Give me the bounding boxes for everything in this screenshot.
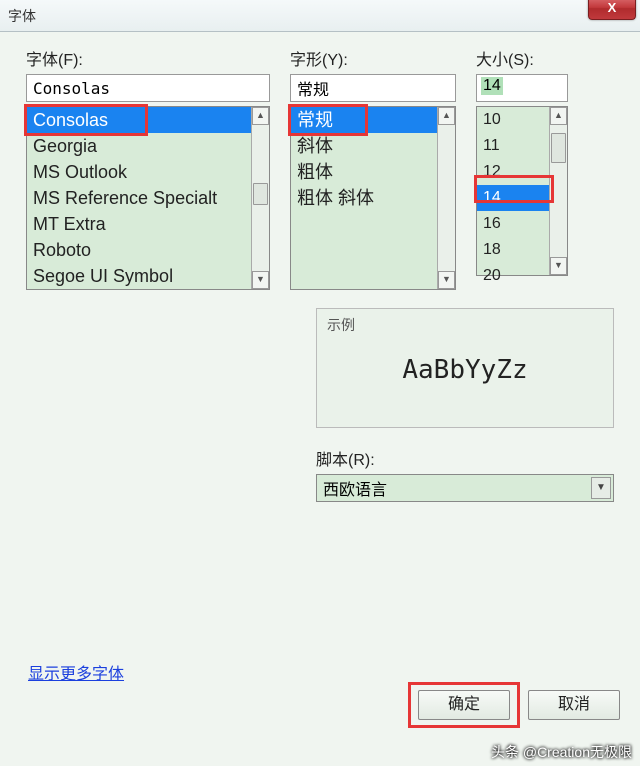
size-list-item[interactable]: 11 bbox=[477, 133, 549, 159]
style-list-item[interactable]: 粗体 斜体 bbox=[291, 185, 437, 211]
close-button[interactable]: X bbox=[588, 0, 636, 20]
more-fonts-link[interactable]: 显示更多字体 bbox=[28, 660, 124, 684]
window-title: 字体 bbox=[8, 6, 36, 26]
script-value: 西欧语言 bbox=[323, 476, 387, 500]
scroll-thumb[interactable] bbox=[551, 133, 566, 163]
font-list-item[interactable]: Roboto bbox=[27, 237, 251, 263]
scroll-down-icon[interactable]: ▼ bbox=[438, 271, 455, 289]
font-label: 字体(F): bbox=[26, 46, 270, 70]
scroll-up-icon[interactable]: ▲ bbox=[550, 107, 567, 125]
font-list-item[interactable]: Consolas bbox=[27, 107, 251, 133]
scroll-thumb[interactable] bbox=[253, 183, 268, 205]
style-list-item[interactable]: 常规 bbox=[291, 107, 437, 133]
size-list-item[interactable]: 20 bbox=[477, 263, 549, 289]
size-list-item[interactable]: 18 bbox=[477, 237, 549, 263]
preview-label: 示例 bbox=[327, 317, 355, 333]
preview-box: 示例 AaBbYyZz bbox=[316, 308, 614, 428]
size-list-item[interactable]: 12 bbox=[477, 159, 549, 185]
scrollbar[interactable]: ▲ ▼ bbox=[251, 107, 269, 289]
size-input[interactable]: 14 bbox=[476, 74, 568, 102]
size-column: 大小(S): 14 10111214161820 ▲ ▼ bbox=[476, 46, 568, 290]
style-list-item[interactable]: 斜体 bbox=[291, 133, 437, 159]
close-icon: X bbox=[608, 0, 617, 15]
cancel-button[interactable]: 取消 bbox=[528, 690, 620, 720]
font-list-item[interactable]: MS Outlook bbox=[27, 159, 251, 185]
style-input[interactable] bbox=[290, 74, 456, 102]
size-list-item[interactable]: 10 bbox=[477, 107, 549, 133]
scroll-up-icon[interactable]: ▲ bbox=[252, 107, 269, 125]
scroll-up-icon[interactable]: ▲ bbox=[438, 107, 455, 125]
font-list-item[interactable]: MS Reference Specialt bbox=[27, 185, 251, 211]
font-listbox[interactable]: ConsolasGeorgiaMS OutlookMS Reference Sp… bbox=[26, 106, 270, 290]
size-listbox[interactable]: 10111214161820 ▲ ▼ bbox=[476, 106, 568, 276]
script-label: 脚本(R): bbox=[316, 446, 614, 470]
style-column: 字形(Y): 常规斜体粗体粗体 斜体 ▲ ▼ bbox=[290, 46, 456, 290]
scroll-down-icon[interactable]: ▼ bbox=[550, 257, 567, 275]
watermark: 头条 @Creation无极限 bbox=[491, 742, 632, 762]
font-list-item[interactable]: MT Extra bbox=[27, 211, 251, 237]
titlebar: 字体 X bbox=[0, 0, 640, 32]
style-label: 字形(Y): bbox=[290, 46, 456, 70]
size-label: 大小(S): bbox=[476, 46, 568, 70]
ok-button[interactable]: 确定 bbox=[418, 690, 510, 720]
font-list-item[interactable]: Segoe UI Symbol bbox=[27, 263, 251, 289]
size-list-item[interactable]: 14 bbox=[477, 185, 549, 211]
style-listbox[interactable]: 常规斜体粗体粗体 斜体 ▲ ▼ bbox=[290, 106, 456, 290]
preview-text: AaBbYyZz bbox=[317, 355, 613, 385]
style-list-item[interactable]: 粗体 bbox=[291, 159, 437, 185]
size-list-item[interactable]: 16 bbox=[477, 211, 549, 237]
scrollbar[interactable]: ▲ ▼ bbox=[549, 107, 567, 275]
scroll-down-icon[interactable]: ▼ bbox=[252, 271, 269, 289]
chevron-down-icon: ▼ bbox=[591, 477, 611, 499]
script-dropdown[interactable]: 西欧语言 ▼ bbox=[316, 474, 614, 502]
font-list-item[interactable]: Georgia bbox=[27, 133, 251, 159]
font-input[interactable] bbox=[26, 74, 270, 102]
scrollbar[interactable]: ▲ ▼ bbox=[437, 107, 455, 289]
font-column: 字体(F): ConsolasGeorgiaMS OutlookMS Refer… bbox=[26, 46, 270, 290]
